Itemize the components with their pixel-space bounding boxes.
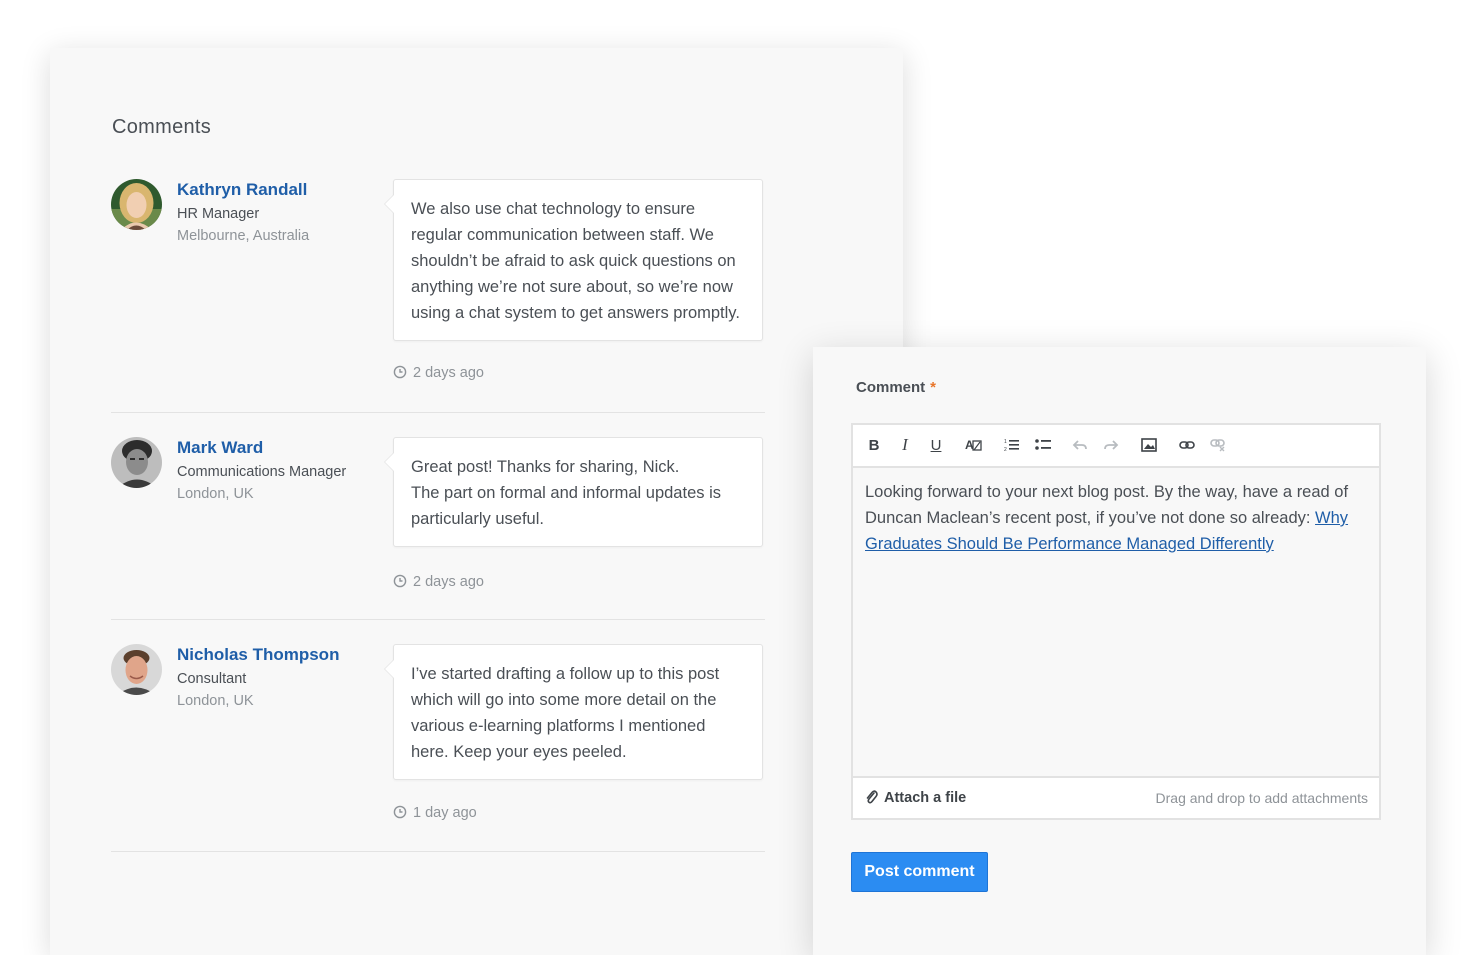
comment-text-line: The part on formal and informal updates … — [411, 484, 721, 528]
comment-timestamp: 2 days ago — [393, 365, 484, 381]
attach-file-button[interactable]: Attach a file — [865, 789, 966, 806]
author-name[interactable]: Nicholas Thompson — [177, 645, 339, 665]
underline-icon[interactable]: U — [925, 434, 947, 456]
timestamp-text: 2 days ago — [413, 365, 484, 381]
comment-field-label: Comment * — [856, 379, 936, 396]
required-marker: * — [930, 379, 937, 396]
link-icon[interactable] — [1176, 434, 1198, 456]
comment-timestamp: 1 day ago — [393, 805, 477, 821]
comment-divider — [111, 619, 765, 620]
author-name[interactable]: Mark Ward — [177, 438, 263, 458]
ordered-list-icon[interactable]: 12 — [1001, 434, 1023, 456]
comment-text: We also use chat technology to ensure re… — [411, 200, 740, 322]
comment-form-panel: Comment * B I U A 12 Looking forward to … — [813, 347, 1426, 955]
attachment-bar: Attach a file Drag and drop to add attac… — [853, 776, 1379, 818]
author-location: London, UK — [177, 693, 254, 709]
drag-drop-hint: Drag and drop to add attachments — [1155, 790, 1368, 806]
post-comment-button[interactable]: Post comment — [851, 852, 988, 892]
attach-file-label: Attach a file — [884, 790, 967, 806]
comments-title: Comments — [112, 116, 212, 138]
clock-icon — [393, 574, 407, 588]
avatar[interactable] — [111, 644, 162, 695]
avatar[interactable] — [111, 179, 162, 230]
svg-text:1: 1 — [1004, 439, 1007, 445]
editor-content[interactable]: Looking forward to your next blog post. … — [865, 479, 1365, 557]
comment-timestamp: 2 days ago — [393, 574, 484, 590]
comment-bubble: I’ve started drafting a follow up to thi… — [384, 644, 763, 780]
paperclip-icon — [866, 790, 878, 804]
author-name[interactable]: Kathryn Randall — [177, 180, 307, 200]
clock-icon — [393, 805, 407, 819]
comment-divider — [111, 412, 765, 413]
comment-item: Nicholas Thompson Consultant London, UK … — [111, 644, 765, 854]
comment-bubble: We also use chat technology to ensure re… — [384, 179, 763, 341]
bold-icon[interactable]: B — [863, 434, 885, 456]
svg-text:2: 2 — [1004, 447, 1007, 452]
author-role: HR Manager — [177, 206, 260, 222]
comments-panel: Comments Kathryn Randall HR Manager Melb… — [50, 48, 903, 955]
timestamp-text: 2 days ago — [413, 574, 484, 590]
comment-item: Kathryn Randall HR Manager Melbourne, Au… — [111, 179, 765, 414]
comment-text-line: Great post! Thanks for sharing, Nick. — [411, 458, 680, 476]
comment-text: I’ve started drafting a follow up to thi… — [411, 665, 720, 761]
comment-divider — [111, 851, 765, 852]
editor-toolbar: B I U A 12 — [853, 425, 1379, 468]
clock-icon — [393, 365, 407, 379]
author-role: Communications Manager — [177, 464, 347, 480]
editor-text: Looking forward to your next blog post. … — [865, 483, 1349, 527]
author-location: Melbourne, Australia — [177, 228, 310, 244]
bullet-list-icon[interactable] — [1032, 434, 1054, 456]
redo-icon[interactable] — [1100, 434, 1122, 456]
comment-item: Mark Ward Communications Manager London,… — [111, 437, 765, 622]
rich-text-editor[interactable]: B I U A 12 Looking forward to your next … — [851, 423, 1381, 820]
image-icon[interactable] — [1138, 434, 1160, 456]
undo-icon[interactable] — [1069, 434, 1091, 456]
comment-label-text: Comment — [856, 379, 926, 396]
comment-bubble: Great post! Thanks for sharing, Nick. Th… — [384, 437, 763, 547]
author-location: London, UK — [177, 486, 254, 502]
italic-icon[interactable]: I — [894, 434, 916, 456]
timestamp-text: 1 day ago — [413, 805, 477, 821]
remove-format-icon[interactable]: A — [963, 434, 985, 456]
unlink-icon[interactable] — [1207, 434, 1229, 456]
author-role: Consultant — [177, 671, 247, 687]
avatar[interactable] — [111, 437, 162, 488]
